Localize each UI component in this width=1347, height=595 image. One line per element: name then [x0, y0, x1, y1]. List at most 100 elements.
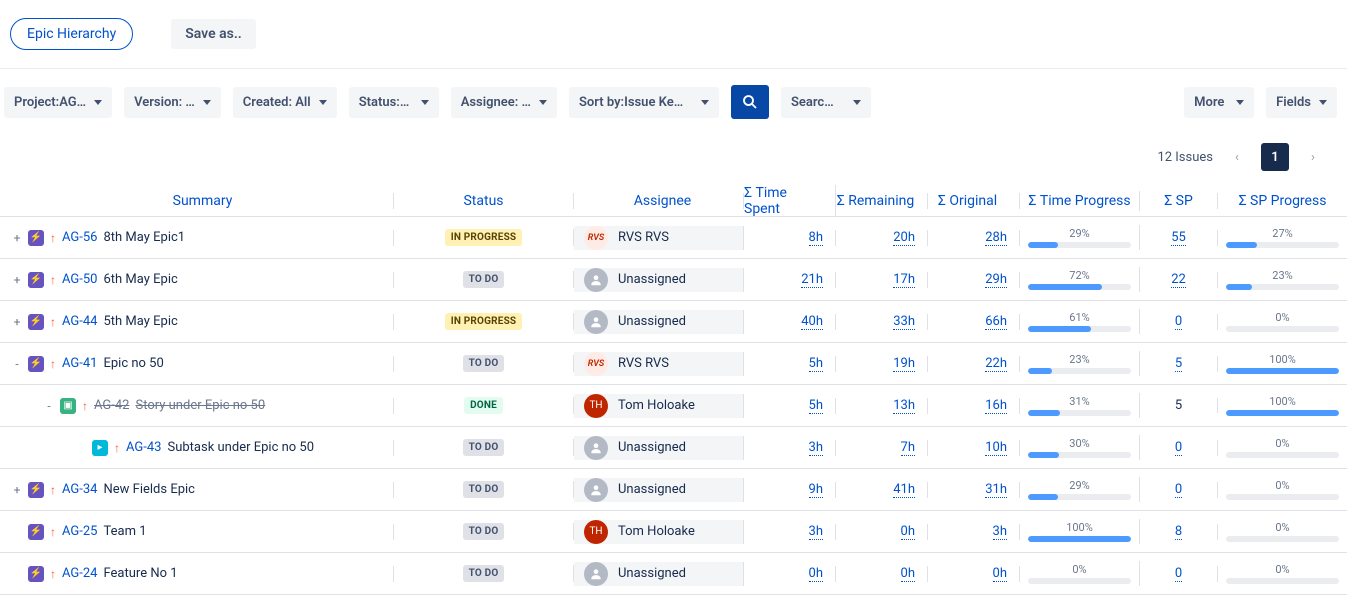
status-lozenge[interactable]: DONE [464, 397, 503, 414]
original-link[interactable]: 3h [993, 524, 1007, 540]
sp-progress-bar [1226, 284, 1339, 290]
col-original-header[interactable]: Σ Original [938, 193, 997, 209]
chevron-down-icon [203, 100, 211, 105]
assignee-cell[interactable]: TH Tom Holoake [574, 520, 743, 544]
status-lozenge[interactable]: IN PROGRESS [445, 313, 523, 330]
save-as-button[interactable]: Save as.. [171, 19, 256, 49]
col-remaining-header[interactable]: Σ Remaining [837, 193, 915, 209]
timespent-link[interactable]: 5h [809, 356, 823, 372]
pager-next[interactable]: › [1299, 143, 1327, 171]
col-sp-header[interactable]: Σ SP [1164, 193, 1193, 209]
status-lozenge[interactable]: TO DO [463, 439, 505, 456]
sp-link[interactable]: 0 [1175, 482, 1182, 498]
assignee-cell[interactable]: Unassigned [574, 478, 743, 502]
expand-toggle[interactable]: - [12, 357, 22, 371]
assignee-cell[interactable]: TH Tom Holoake [574, 394, 743, 418]
sp-value: 5 [1175, 398, 1182, 413]
expand-toggle[interactable]: + [12, 315, 22, 329]
remaining-link[interactable]: 7h [901, 440, 915, 456]
issue-key-link[interactable]: AG-25 [62, 524, 97, 539]
original-link[interactable]: 0h [993, 566, 1007, 582]
more-button[interactable]: More [1184, 87, 1254, 118]
status-lozenge[interactable]: TO DO [463, 523, 505, 540]
issue-summary: Feature No 1 [103, 566, 177, 581]
status-lozenge[interactable]: IN PROGRESS [445, 229, 523, 246]
issue-key-link[interactable]: AG-41 [62, 356, 97, 371]
assignee-name: Unassigned [618, 314, 686, 329]
expand-toggle[interactable]: + [12, 231, 22, 245]
status-lozenge[interactable]: TO DO [463, 271, 505, 288]
remaining-link[interactable]: 20h [893, 230, 915, 246]
status-lozenge[interactable]: TO DO [463, 355, 505, 372]
remaining-link[interactable]: 13h [893, 398, 915, 414]
timespent-link[interactable]: 3h [809, 524, 823, 540]
fields-button[interactable]: Fields [1266, 87, 1337, 118]
sp-link[interactable]: 0 [1175, 314, 1182, 330]
assignee-name: RVS RVS [618, 356, 669, 371]
issue-key-link[interactable]: AG-44 [62, 314, 97, 329]
sp-link[interactable]: 5 [1175, 356, 1182, 372]
pager-page-1[interactable]: 1 [1261, 143, 1289, 171]
issue-key-link[interactable]: AG-42 [94, 398, 129, 413]
original-link[interactable]: 66h [985, 314, 1007, 330]
remaining-link[interactable]: 33h [893, 314, 915, 330]
assignee-cell[interactable]: RVS RVS RVS [574, 352, 743, 376]
timespent-link[interactable]: 0h [809, 566, 823, 582]
expand-toggle[interactable]: + [12, 483, 22, 497]
sp-progress-label: 100% [1269, 395, 1296, 408]
assignee-cell[interactable]: Unassigned [574, 268, 743, 292]
timespent-link[interactable]: 9h [809, 482, 823, 498]
assignee-cell[interactable]: Unassigned [574, 310, 743, 334]
status-lozenge[interactable]: TO DO [463, 481, 505, 498]
original-link[interactable]: 31h [985, 482, 1007, 498]
filter-created[interactable]: Created: All [233, 87, 337, 118]
sp-link[interactable]: 55 [1171, 230, 1186, 246]
timespent-link[interactable]: 8h [809, 230, 823, 246]
remaining-link[interactable]: 0h [901, 566, 915, 582]
search-button[interactable] [731, 85, 769, 119]
sp-link[interactable]: 8 [1175, 524, 1182, 540]
status-lozenge[interactable]: TO DO [463, 565, 505, 582]
col-timeprogress-header[interactable]: Σ Time Progress [1028, 193, 1130, 209]
remaining-link[interactable]: 0h [901, 524, 915, 540]
issue-key-link[interactable]: AG-24 [62, 566, 97, 581]
filter-search-text[interactable]: Searc… [781, 87, 871, 118]
timespent-link[interactable]: 5h [809, 398, 823, 414]
assignee-cell[interactable]: RVS RVS RVS [574, 226, 743, 250]
assignee-cell[interactable]: Unassigned [574, 436, 743, 460]
remaining-link[interactable]: 19h [893, 356, 915, 372]
assignee-cell[interactable]: Unassigned [574, 562, 743, 586]
original-link[interactable]: 16h [985, 398, 1007, 414]
filter-sortby[interactable]: Sort by:Issue Ke… [569, 87, 719, 118]
issue-key-link[interactable]: AG-50 [62, 272, 97, 287]
remaining-link[interactable]: 41h [893, 482, 915, 498]
epic-hierarchy-button[interactable]: Epic Hierarchy [10, 18, 133, 50]
col-timespent-header[interactable]: Σ Time Spent [744, 185, 823, 217]
expand-toggle[interactable]: - [44, 399, 54, 413]
issue-key-link[interactable]: AG-43 [126, 440, 161, 455]
issue-key-link[interactable]: AG-34 [62, 482, 97, 497]
pager-prev[interactable]: ‹ [1223, 143, 1251, 171]
filter-status[interactable]: Status:… [349, 87, 439, 118]
sp-link[interactable]: 0 [1175, 566, 1182, 582]
col-spprogress-header[interactable]: Σ SP Progress [1239, 193, 1327, 209]
original-link[interactable]: 28h [985, 230, 1007, 246]
remaining-link[interactable]: 17h [893, 272, 915, 288]
timespent-link[interactable]: 40h [801, 314, 823, 330]
col-status-header[interactable]: Status [463, 193, 503, 209]
col-summary-header[interactable]: Summary [173, 193, 233, 209]
sp-link[interactable]: 0 [1175, 440, 1182, 456]
timespent-link[interactable]: 21h [801, 272, 823, 288]
sp-link[interactable]: 22 [1171, 272, 1186, 288]
filter-project[interactable]: Project:AG… [4, 87, 112, 118]
filter-version[interactable]: Version: … [124, 87, 221, 118]
avatar [584, 562, 608, 586]
original-link[interactable]: 22h [985, 356, 1007, 372]
issue-key-link[interactable]: AG-56 [62, 230, 97, 245]
original-link[interactable]: 10h [985, 440, 1007, 456]
original-link[interactable]: 29h [985, 272, 1007, 288]
col-assignee-header[interactable]: Assignee [634, 193, 691, 209]
timespent-link[interactable]: 3h [809, 440, 823, 456]
filter-assignee[interactable]: Assignee: … [451, 87, 557, 118]
expand-toggle[interactable]: + [12, 273, 22, 287]
